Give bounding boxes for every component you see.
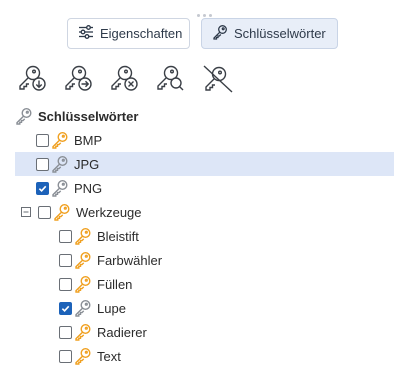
- tree-item-text[interactable]: Text: [15, 344, 394, 368]
- keyword-checkbox[interactable]: [36, 181, 49, 195]
- keyword-label: Text: [97, 348, 121, 364]
- keyword-label: Lupe: [97, 300, 126, 316]
- keyword-toolbar: [17, 63, 235, 95]
- keyword-label: Schlüsselwörter: [38, 108, 139, 124]
- tab-schluesselwoerter[interactable]: Schlüsselwörter: [201, 18, 338, 49]
- tree-item-bmp[interactable]: BMP: [15, 128, 394, 152]
- key-icon: [74, 275, 92, 293]
- sliders-icon: [78, 24, 94, 43]
- key-icon: [51, 155, 69, 173]
- tab-label: Schlüsselwörter: [234, 26, 326, 41]
- key-icon: [51, 131, 69, 149]
- tree-item-bleistift[interactable]: Bleistift: [15, 224, 394, 248]
- keyword-label: Farbwähler: [97, 252, 163, 268]
- keyword-checkbox[interactable]: [59, 229, 72, 243]
- import-keywords-button[interactable]: [17, 63, 51, 95]
- export-keywords-button[interactable]: [63, 63, 97, 95]
- keyword-checkbox[interactable]: [59, 301, 72, 315]
- tab-label: Eigenschaften: [100, 26, 183, 41]
- tree-item-jpg[interactable]: JPG: [15, 152, 394, 176]
- key-icon: [74, 323, 92, 341]
- keyword-checkbox[interactable]: [59, 349, 72, 363]
- keyword-label: BMP: [74, 132, 103, 148]
- keyword-label: Füllen: [97, 276, 133, 292]
- remove-keyword-button[interactable]: [109, 63, 143, 95]
- key-icon: [74, 347, 92, 365]
- keyword-label: Werkzeuge: [76, 204, 142, 220]
- keyword-label: JPG: [74, 156, 100, 172]
- keyword-checkbox[interactable]: [36, 157, 49, 171]
- keyword-label: Bleistift: [97, 228, 139, 244]
- key-remove-icon: [111, 65, 138, 91]
- keyword-checkbox[interactable]: [38, 205, 51, 219]
- collapse-icon[interactable]: [19, 205, 33, 219]
- tree-item-werkzeuge[interactable]: Werkzeuge: [15, 200, 394, 224]
- keyword-checkbox[interactable]: [59, 253, 72, 267]
- tree-root-schluesselwoerter[interactable]: Schlüsselwörter: [15, 104, 394, 128]
- disable-keywords-button[interactable]: [201, 63, 235, 95]
- keyword-label: Radierer: [97, 324, 147, 340]
- tree-item-radierer[interactable]: Radierer: [15, 320, 394, 344]
- search-keywords-button[interactable]: [155, 63, 189, 95]
- key-icon: [74, 299, 92, 317]
- key-icon: [212, 24, 228, 43]
- key-icon: [53, 203, 71, 221]
- tree-item-png[interactable]: PNG: [15, 176, 394, 200]
- keyword-label: PNG: [74, 180, 103, 196]
- key-disable-icon: [203, 65, 233, 93]
- key-import-icon: [19, 65, 46, 91]
- key-search-icon: [157, 65, 184, 91]
- keyword-checkbox[interactable]: [59, 277, 72, 291]
- tree-item-farbwähler[interactable]: Farbwähler: [15, 248, 394, 272]
- keyword-checkbox[interactable]: [59, 325, 72, 339]
- key-icon: [74, 251, 92, 269]
- keyword-checkbox[interactable]: [36, 133, 49, 147]
- key-icon: [74, 227, 92, 245]
- key-icon: [51, 179, 69, 197]
- key-icon: [15, 107, 33, 125]
- tree-item-füllen[interactable]: Füllen: [15, 272, 394, 296]
- key-export-icon: [65, 65, 92, 91]
- tab-eigenschaften[interactable]: Eigenschaften: [67, 18, 190, 49]
- tree-item-lupe[interactable]: Lupe: [15, 296, 394, 320]
